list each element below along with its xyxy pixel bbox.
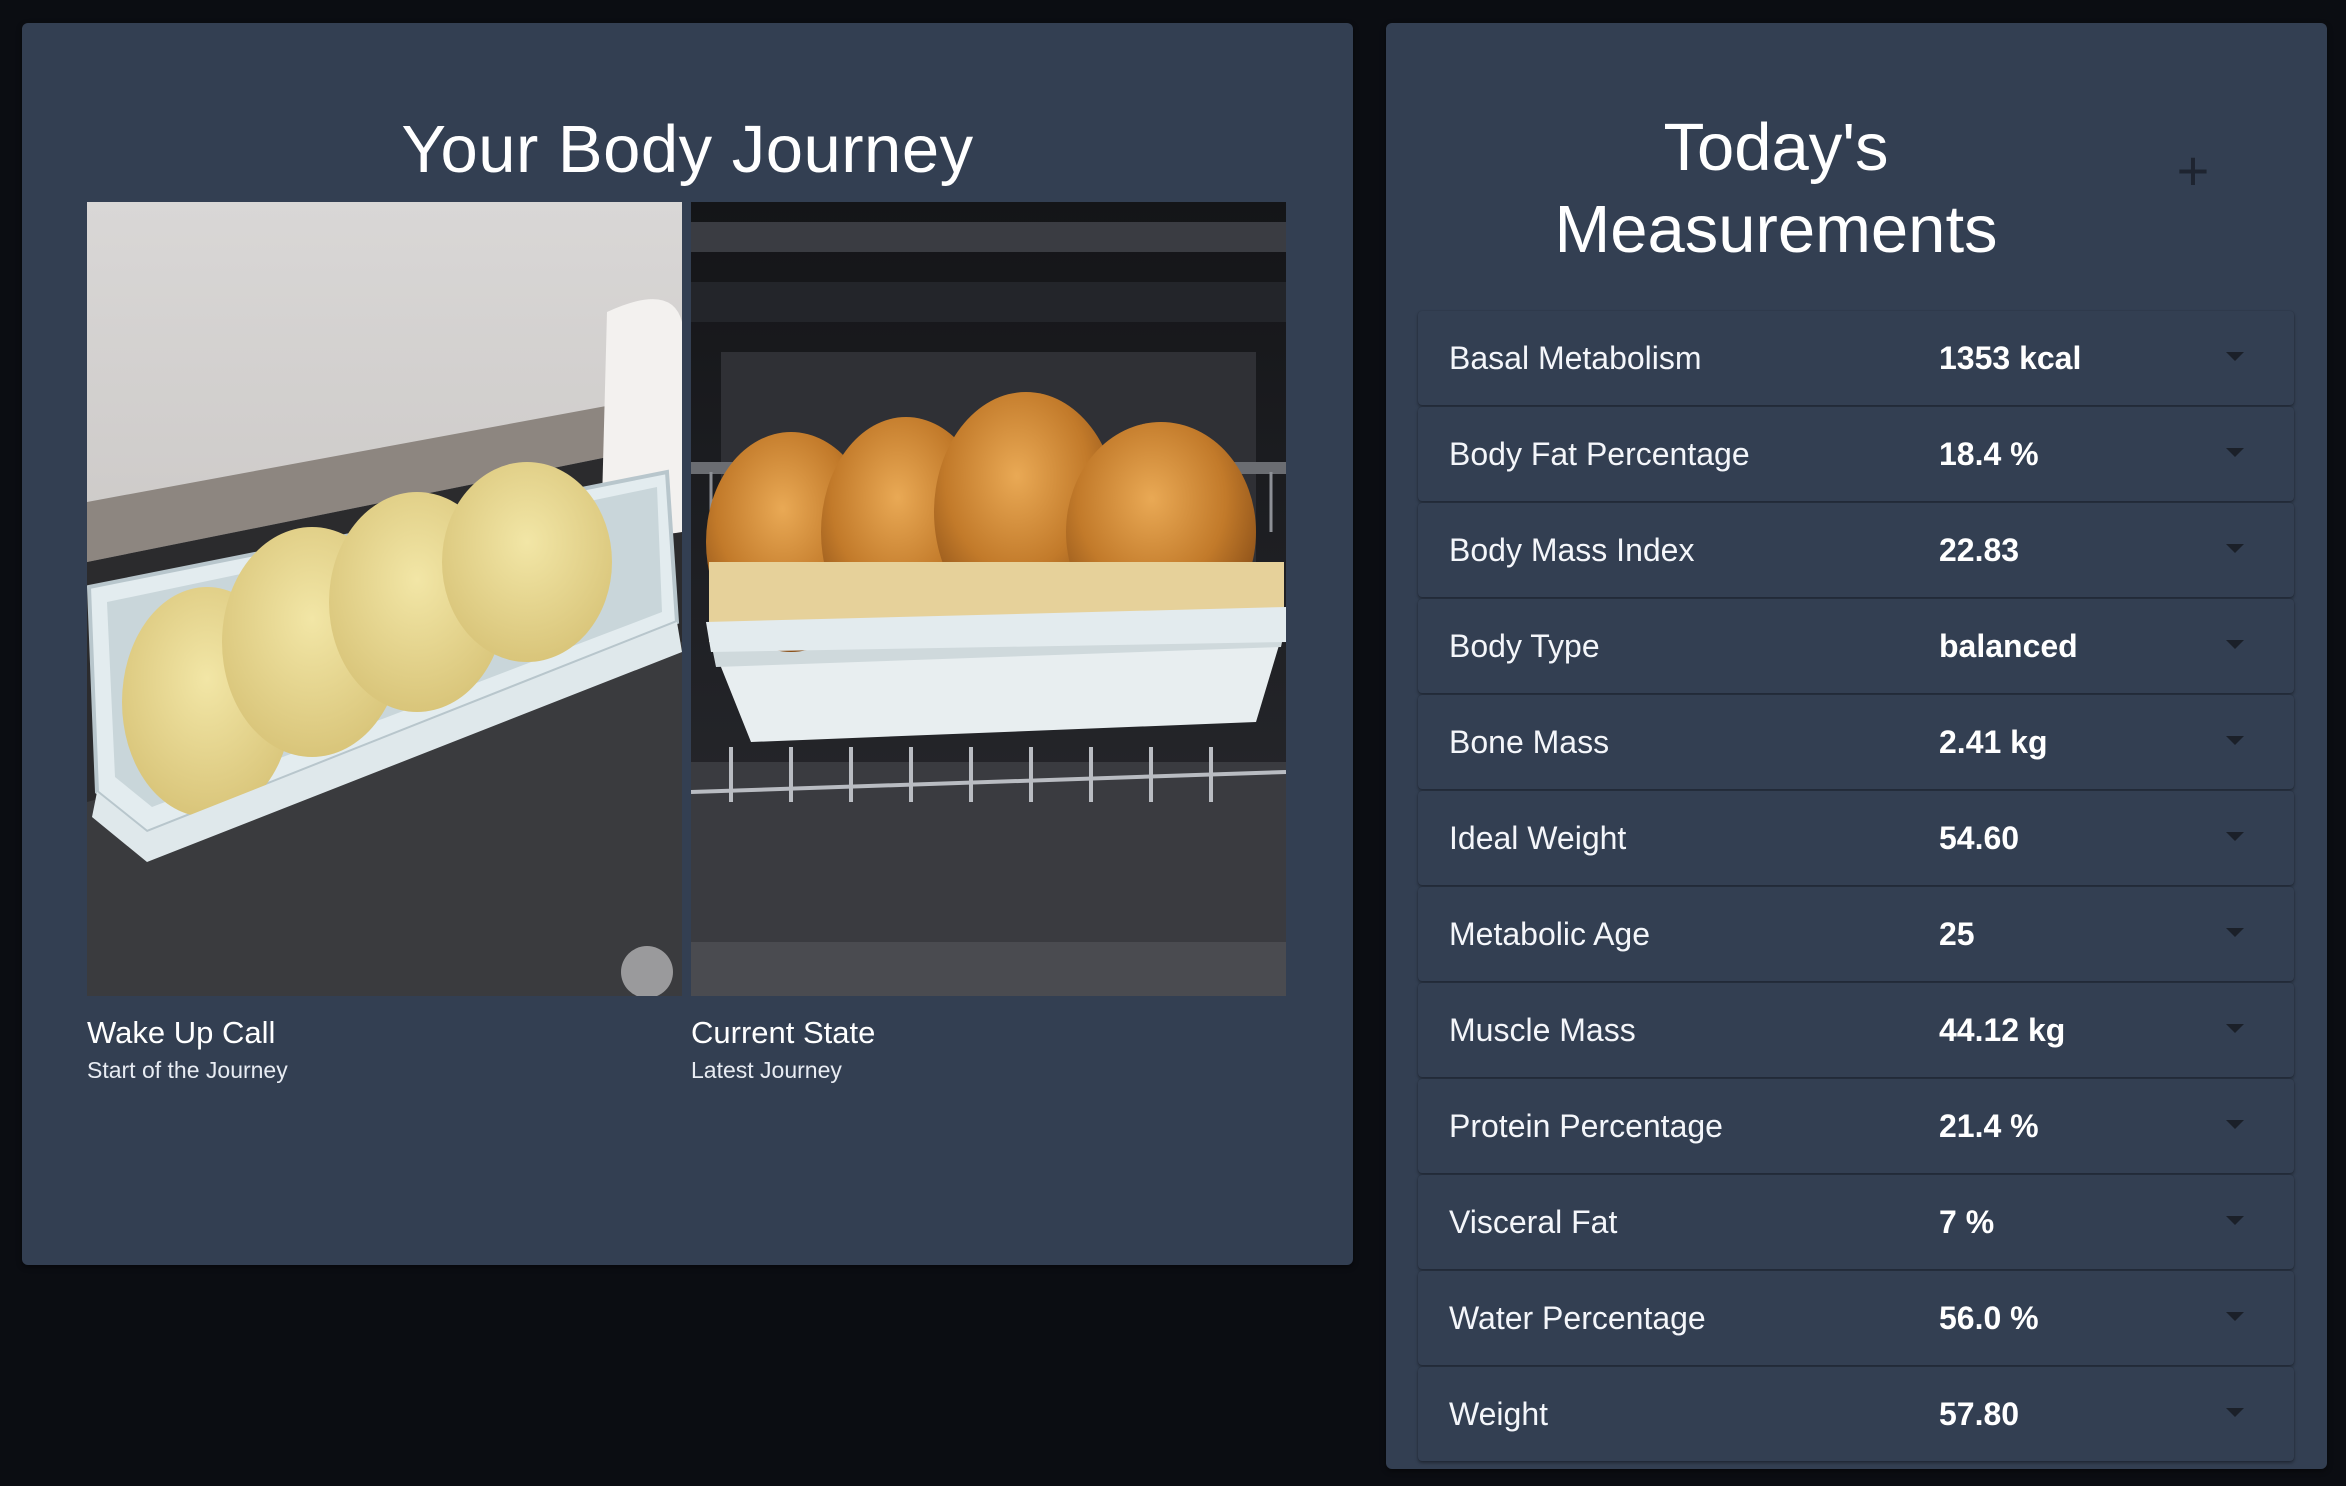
measurement-row-basal-metabolism[interactable]: Basal Metabolism 1353 kcal — [1418, 311, 2294, 405]
measurement-row-body-mass-index[interactable]: Body Mass Index 22.83 — [1418, 503, 2294, 597]
chevron-down-icon[interactable] — [2226, 1408, 2244, 1417]
chevron-down-icon[interactable] — [2226, 1024, 2244, 1033]
chevron-down-icon[interactable] — [2226, 448, 2244, 457]
measurement-row-weight[interactable]: Weight 57.80 — [1418, 1367, 2294, 1461]
measurement-row-body-fat-percentage[interactable]: Body Fat Percentage 18.4 % — [1418, 407, 2294, 501]
start-photo-subtitle: Start of the Journey — [87, 1057, 288, 1083]
measurement-row-visceral-fat[interactable]: Visceral Fat 7 % — [1418, 1175, 2294, 1269]
measurement-value: 21.4 % — [1939, 1108, 2039, 1144]
measurement-value: 18.4 % — [1939, 436, 2039, 472]
measurement-value: 22.83 — [1939, 532, 2020, 568]
measurement-value: 56.0 % — [1939, 1300, 2039, 1336]
chevron-down-icon[interactable] — [2226, 928, 2244, 937]
add-measurement-button[interactable]: + — [2165, 143, 2221, 199]
chevron-down-icon[interactable] — [2226, 352, 2244, 361]
body-journey-card: Your Body Journey Wake Up Call Start of … — [22, 23, 1353, 1265]
measurement-label: Body Type — [1449, 628, 1600, 664]
chevron-down-icon[interactable] — [2226, 736, 2244, 745]
start-photo-title: Wake Up Call — [87, 1015, 276, 1050]
measurement-label: Body Fat Percentage — [1449, 436, 1750, 472]
start-photo[interactable] — [87, 202, 682, 996]
measurements-card: Today's Measurements + Basal Metabolism … — [1386, 23, 2327, 1469]
measurement-value: 1353 kcal — [1939, 340, 2082, 376]
chevron-down-icon[interactable] — [2226, 640, 2244, 649]
measurement-label: Metabolic Age — [1449, 916, 1651, 952]
measurement-value: 2.41 kg — [1939, 724, 2048, 760]
photo-tile-start[interactable]: Wake Up Call Start of the Journey — [87, 202, 682, 1084]
measurement-value: balanced — [1939, 628, 2078, 664]
measurement-label: Water Percentage — [1449, 1300, 1706, 1336]
plus-icon: + — [2176, 139, 2210, 202]
measurement-row-ideal-weight[interactable]: Ideal Weight 54.60 — [1418, 791, 2294, 885]
measurement-label: Basal Metabolism — [1449, 340, 1702, 376]
measurement-row-bone-mass[interactable]: Bone Mass 2.41 kg — [1418, 695, 2294, 789]
measurement-label: Protein Percentage — [1449, 1108, 1723, 1144]
measurement-label: Bone Mass — [1449, 724, 1610, 760]
measurements-list: Basal Metabolism 1353 kcal Body Fat Perc… — [1418, 311, 2294, 1463]
measurement-value: 54.60 — [1939, 820, 2020, 856]
measurements-title: Today's Measurements — [1554, 110, 1998, 267]
chevron-down-icon[interactable] — [2226, 1216, 2244, 1225]
measurement-value: 57.80 — [1939, 1396, 2020, 1432]
measurement-value: 44.12 kg — [1939, 1012, 2066, 1048]
photo-tile-current[interactable]: Current State Latest Journey — [691, 202, 1286, 1084]
measurement-row-muscle-mass[interactable]: Muscle Mass 44.12 kg — [1418, 983, 2294, 1077]
measurement-row-body-type[interactable]: Body Type balanced — [1418, 599, 2294, 693]
measurement-label: Body Mass Index — [1449, 532, 1695, 568]
chevron-down-icon[interactable] — [2226, 832, 2244, 841]
measurement-label: Muscle Mass — [1449, 1012, 1636, 1048]
measurement-row-water-percentage[interactable]: Water Percentage 56.0 % — [1418, 1271, 2294, 1365]
current-photo-title: Current State — [691, 1015, 876, 1050]
measurement-label: Visceral Fat — [1449, 1204, 1618, 1240]
measurement-value: 25 — [1939, 916, 1975, 952]
measurement-value: 7 % — [1939, 1204, 1995, 1240]
journey-title: Your Body Journey — [401, 112, 974, 187]
measurement-label: Ideal Weight — [1449, 820, 1627, 856]
measurement-row-protein-percentage[interactable]: Protein Percentage 21.4 % — [1418, 1079, 2294, 1173]
current-photo-subtitle: Latest Journey — [691, 1057, 842, 1083]
measurement-row-metabolic-age[interactable]: Metabolic Age 25 — [1418, 887, 2294, 981]
measurement-label: Weight — [1449, 1396, 1549, 1432]
chevron-down-icon[interactable] — [2226, 544, 2244, 553]
current-photo[interactable] — [691, 202, 1286, 996]
chevron-down-icon[interactable] — [2226, 1120, 2244, 1129]
chevron-down-icon[interactable] — [2226, 1312, 2244, 1321]
